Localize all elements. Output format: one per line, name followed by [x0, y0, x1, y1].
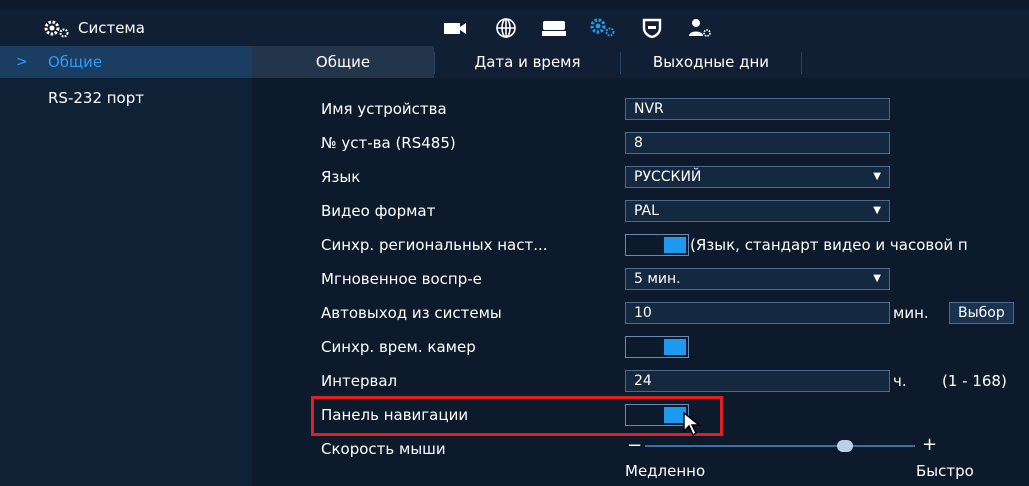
- tab-holidays[interactable]: Выходные дни: [621, 46, 801, 78]
- video-format-value: PAL: [634, 203, 659, 219]
- system-gear-icon: [44, 20, 70, 42]
- device-name-input[interactable]: NVR: [625, 98, 890, 120]
- tab-general[interactable]: Общие: [252, 46, 434, 78]
- device-number-input[interactable]: 8: [625, 132, 890, 154]
- instant-playback-select[interactable]: 5 мин. ▼: [625, 268, 890, 290]
- sidebar-item-label: Общие: [48, 53, 103, 71]
- language-label: Язык: [321, 168, 361, 186]
- security-icon[interactable]: [640, 16, 664, 44]
- instant-playback-label: Мгновенное воспр-е: [321, 270, 482, 288]
- region-sync-label: Синхр. региональных наст...: [321, 236, 548, 254]
- language-select[interactable]: РУССКИЙ ▼: [625, 166, 890, 188]
- video-format-select[interactable]: PAL ▼: [625, 200, 890, 222]
- toggle-knob: [664, 339, 686, 355]
- fast-label: Быстро: [916, 462, 974, 480]
- dropdown-arrow-icon: ▼: [873, 171, 881, 182]
- auto-logout-unit: мин.: [893, 304, 929, 322]
- account-icon[interactable]: [686, 16, 714, 44]
- device-number-label: № уст-ва (RS485): [321, 134, 456, 152]
- auto-logout-label: Автовыход из системы: [321, 304, 502, 322]
- mouse-speed-label: Скорость мыши: [321, 440, 446, 458]
- section-title: Система: [78, 19, 145, 37]
- interval-range: (1 - 168): [942, 372, 1007, 390]
- interval-label: Интервал: [321, 372, 398, 390]
- tab-date-time[interactable]: Дата и время: [435, 46, 620, 78]
- sidebar-item-rs232[interactable]: RS-232 порт: [0, 82, 252, 114]
- camera-time-sync-label: Синхр. врем. камер: [321, 338, 476, 356]
- mouse-speed-slider-track[interactable]: [645, 445, 915, 447]
- dropdown-arrow-icon: ▼: [873, 205, 881, 216]
- sidebar-item-general[interactable]: > Общие: [0, 46, 252, 78]
- instant-playback-value: 5 мин.: [634, 271, 681, 287]
- top-bar: Система: [0, 10, 1029, 46]
- app-window: Система > Общие RS-232 порт Общие Дата и…: [0, 0, 1029, 486]
- camera-icon[interactable]: [442, 16, 468, 44]
- video-format-label: Видео формат: [321, 202, 436, 220]
- interval-unit: ч.: [893, 372, 907, 390]
- sidebar-item-label: RS-232 порт: [48, 89, 144, 107]
- system-settings-icon[interactable]: [588, 16, 618, 44]
- camera-time-sync-toggle[interactable]: [625, 336, 689, 358]
- mouse-speed-slider-thumb[interactable]: [836, 440, 853, 452]
- toggle-knob: [664, 237, 686, 253]
- auto-logout-input[interactable]: 10: [625, 302, 890, 324]
- region-sync-note: (Язык, стандарт видео и часовой п: [690, 236, 968, 254]
- region-sync-toggle[interactable]: [625, 234, 689, 256]
- tab-bar: Общие Дата и время Выходные дни: [252, 46, 1029, 78]
- slow-label: Медленно: [625, 462, 706, 480]
- select-button[interactable]: Выбор: [949, 302, 1014, 324]
- sidebar: > Общие RS-232 порт: [0, 46, 252, 486]
- highlight-frame: [311, 396, 723, 436]
- network-icon[interactable]: [494, 16, 518, 44]
- increase-icon[interactable]: +: [922, 434, 937, 455]
- dropdown-arrow-icon: ▼: [873, 273, 881, 284]
- storage-icon[interactable]: [540, 16, 568, 44]
- device-name-label: Имя устройства: [321, 100, 447, 118]
- mouse-cursor-icon: [682, 411, 704, 441]
- interval-input[interactable]: 24: [625, 370, 890, 392]
- language-value: РУССКИЙ: [634, 169, 702, 185]
- decrease-icon[interactable]: −: [627, 435, 642, 456]
- tab-divider: [801, 52, 802, 74]
- chevron-right-icon: >: [16, 54, 28, 70]
- settings-panel: Имя устройства NVR № уст-ва (RS485) 8 Яз…: [252, 78, 1029, 486]
